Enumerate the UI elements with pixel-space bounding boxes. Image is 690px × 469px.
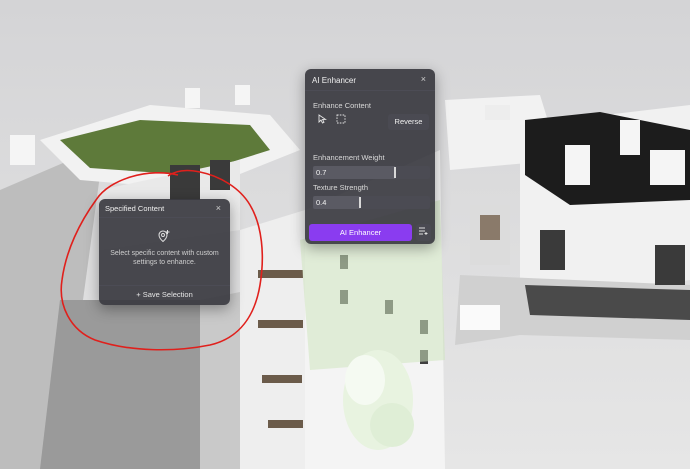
specified-content-panel: Specified Content × Select specific cont… bbox=[99, 199, 230, 305]
ai-enhancer-title: AI Enhancer bbox=[312, 76, 357, 85]
save-selection-button[interactable]: + Save Selection bbox=[99, 290, 230, 299]
panel-divider bbox=[99, 217, 230, 218]
texture-strength-value: 0.4 bbox=[316, 198, 327, 207]
marquee-icon[interactable] bbox=[334, 114, 348, 128]
enhancement-weight-slider[interactable]: 0.7 bbox=[313, 166, 430, 179]
enhance-content-label: Enhance Content bbox=[313, 101, 371, 110]
enhancement-weight-label: Enhancement Weight bbox=[313, 153, 385, 162]
specified-content-title: Specified Content bbox=[105, 204, 165, 213]
panel-divider bbox=[99, 285, 230, 286]
settings-list-icon[interactable] bbox=[416, 224, 431, 241]
slider-thumb[interactable] bbox=[394, 167, 396, 178]
close-icon[interactable]: × bbox=[216, 203, 221, 213]
texture-strength-slider[interactable]: 0.4 bbox=[313, 196, 430, 209]
panel-divider bbox=[305, 90, 435, 91]
texture-strength-label: Texture Strength bbox=[313, 183, 369, 192]
ai-enhancer-button[interactable]: AI Enhancer bbox=[309, 224, 412, 241]
close-icon[interactable]: × bbox=[421, 74, 426, 84]
reverse-button[interactable]: Reverse bbox=[388, 114, 429, 130]
slider-thumb[interactable] bbox=[359, 197, 361, 208]
pin-add-icon bbox=[157, 229, 171, 243]
pointer-icon[interactable] bbox=[315, 114, 329, 128]
specified-content-description: Select specific content with custom sett… bbox=[110, 250, 219, 266]
enhancement-weight-value: 0.7 bbox=[316, 168, 327, 177]
